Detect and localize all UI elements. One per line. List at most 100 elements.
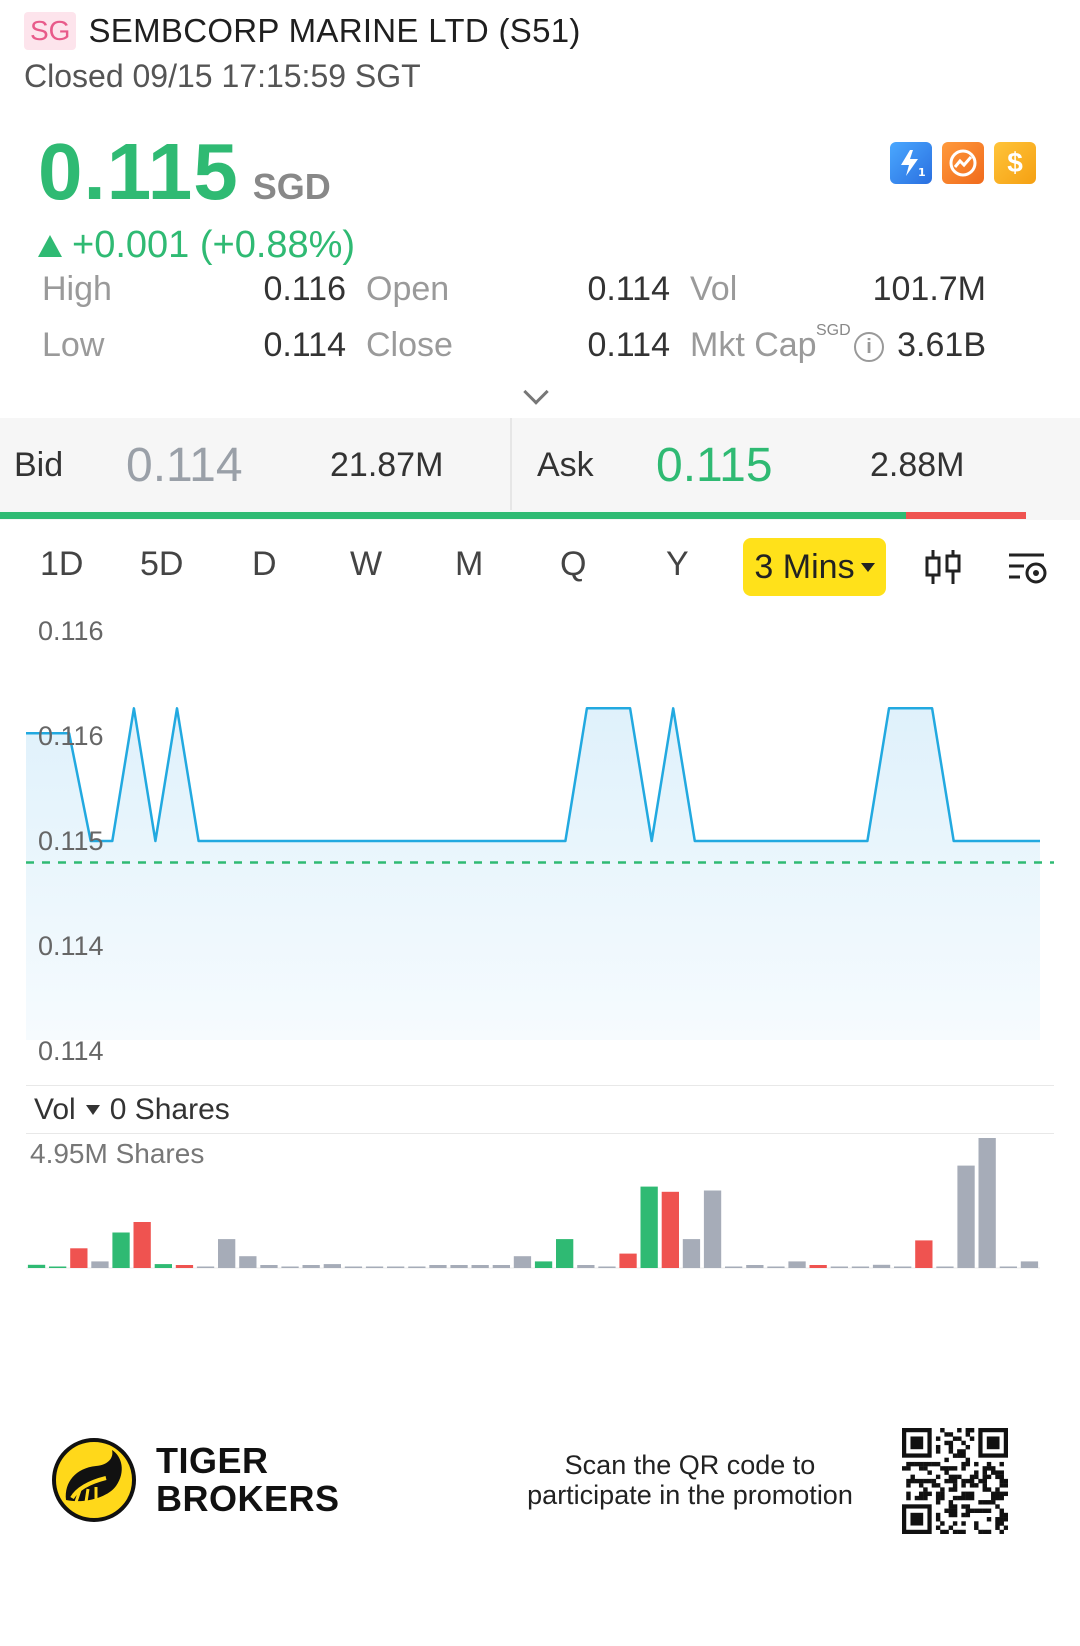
- volume-bar: [872, 1264, 891, 1268]
- up-arrow-icon: [38, 234, 62, 257]
- volume-bar: [302, 1265, 320, 1268]
- volume-bar: [27, 1264, 46, 1268]
- volume-bar: [70, 1248, 88, 1268]
- qr-code[interactable]: [902, 1428, 1008, 1534]
- tab-3-mins-label: 3 Mins: [754, 547, 855, 586]
- tab-w[interactable]: W: [350, 545, 382, 584]
- volume-bar: [112, 1232, 130, 1268]
- bid-price: 0.114: [126, 439, 243, 492]
- volume-bar: [408, 1266, 426, 1268]
- y-tick-label: 0.116: [38, 616, 104, 646]
- volume-bar: [830, 1266, 848, 1268]
- volume-bar: [239, 1256, 257, 1268]
- volume-bar: [809, 1265, 827, 1268]
- volume-bar: [640, 1186, 658, 1268]
- tab-1d[interactable]: 1D: [40, 545, 83, 584]
- high-label: High: [42, 270, 112, 308]
- volume-bar: [387, 1266, 405, 1268]
- low-label: Low: [42, 326, 105, 364]
- volume-bar: [91, 1261, 109, 1268]
- brand-name: TIGER BROKERS: [156, 1442, 340, 1518]
- bid-label: Bid: [14, 446, 64, 484]
- high-value: 0.116: [263, 270, 346, 308]
- dollar-icon[interactable]: $: [994, 142, 1036, 184]
- close-value: 0.114: [587, 326, 670, 364]
- volume-caret-down-icon: [85, 1105, 100, 1115]
- no-entry-icon[interactable]: [942, 142, 984, 184]
- y-tick-label: 0.114: [38, 931, 104, 961]
- promo-line-1: Scan the QR code to: [564, 1450, 816, 1480]
- bid-volume-bar: [0, 512, 906, 519]
- market-badge: SG: [24, 12, 77, 50]
- price-change: +0.001 (+0.88%): [72, 224, 356, 266]
- quote-stats: High 0.116 Open 0.114 Vol 101.7M Low 0.1…: [42, 270, 1042, 388]
- candlestick-icon[interactable]: [924, 547, 962, 592]
- volume-bar: [957, 1165, 975, 1268]
- volume-bar: [788, 1261, 806, 1268]
- open-label: Open: [366, 270, 450, 308]
- chart-settings-icon[interactable]: [1006, 547, 1050, 592]
- price-area: [26, 708, 1040, 1040]
- info-icon[interactable]: i: [854, 332, 884, 362]
- tab-y[interactable]: Y: [666, 545, 689, 584]
- volume-bar: [260, 1265, 278, 1268]
- low-value: 0.114: [263, 326, 346, 364]
- price-chart[interactable]: 0.116 0.116 0.115 0.114 0.114: [0, 610, 1080, 1270]
- feature-badges: 1 $: [890, 142, 1036, 184]
- volume-current: 0 Shares: [109, 1093, 230, 1126]
- ask-label: Ask: [537, 446, 594, 484]
- vol-value: 101.7M: [872, 270, 986, 308]
- ask-price: 0.115: [656, 439, 773, 492]
- volume-max-label: 4.95M Shares: [30, 1138, 205, 1169]
- volume-label: Vol: [34, 1093, 76, 1126]
- currency: SGD: [252, 166, 331, 207]
- header: SG SEMBCORP MARINE LTD (S51) Closed 09/1…: [24, 12, 1056, 95]
- volume-panel-top-border: [26, 1133, 1054, 1134]
- mktcap-label: Mkt Cap: [690, 326, 817, 364]
- volume-bar: [746, 1265, 764, 1268]
- volume-bar: [1020, 1261, 1039, 1268]
- price-panel-bottom-border: [26, 1085, 1054, 1086]
- tab-5d[interactable]: 5D: [140, 545, 183, 584]
- volume-bar: [492, 1265, 510, 1268]
- volume-bar: [851, 1266, 870, 1268]
- mktcap-value: 3.61B: [897, 326, 986, 364]
- promo-text: Scan the QR code to participate in the p…: [520, 1450, 860, 1510]
- caret-down-icon: [860, 562, 875, 572]
- volume-bar: [598, 1266, 616, 1268]
- volume-bar: [661, 1191, 679, 1268]
- volume-bar: [175, 1265, 194, 1268]
- tab-q[interactable]: Q: [560, 545, 586, 584]
- stock-name: SEMBCORP MARINE LTD (S51): [88, 12, 581, 49]
- volume-bar: [936, 1266, 954, 1268]
- volume-bar: [133, 1222, 151, 1268]
- y-tick-label: 0.115: [38, 826, 104, 856]
- volume-bar: [619, 1253, 637, 1268]
- volume-bar: [429, 1265, 447, 1268]
- bid-size: 21.87M: [330, 446, 444, 484]
- volume-bar: [49, 1266, 67, 1268]
- svg-text:1: 1: [918, 166, 926, 178]
- tab-3-mins[interactable]: 3 Mins: [743, 538, 886, 596]
- volume-bar: [323, 1264, 341, 1268]
- tab-d[interactable]: D: [252, 545, 277, 584]
- promo-line-2: participate in the promotion: [527, 1480, 853, 1510]
- volume-bar: [281, 1266, 299, 1268]
- volume-bar: [556, 1239, 574, 1268]
- y-tick-label: 0.116: [38, 721, 104, 751]
- ask-size: 2.88M: [870, 446, 965, 484]
- volume-bar: [450, 1265, 468, 1268]
- volume-header[interactable]: Vol 0 Shares: [34, 1093, 230, 1127]
- volume-bar: [365, 1266, 384, 1268]
- tab-m[interactable]: M: [455, 545, 483, 584]
- lightning-level1-icon[interactable]: 1: [890, 142, 932, 184]
- volume-bar: [471, 1265, 489, 1268]
- tiger-brokers-logo: [52, 1438, 136, 1522]
- volume-bar: [154, 1264, 172, 1268]
- volume-bar: [894, 1266, 912, 1268]
- volume-bar: [725, 1266, 743, 1268]
- volume-bar: [767, 1266, 785, 1268]
- bid-ask-divider: [510, 418, 512, 510]
- brand-line-1: TIGER: [156, 1440, 269, 1481]
- period-tabs: 1D 5D D W M Q Y 3 Mins: [0, 535, 1080, 605]
